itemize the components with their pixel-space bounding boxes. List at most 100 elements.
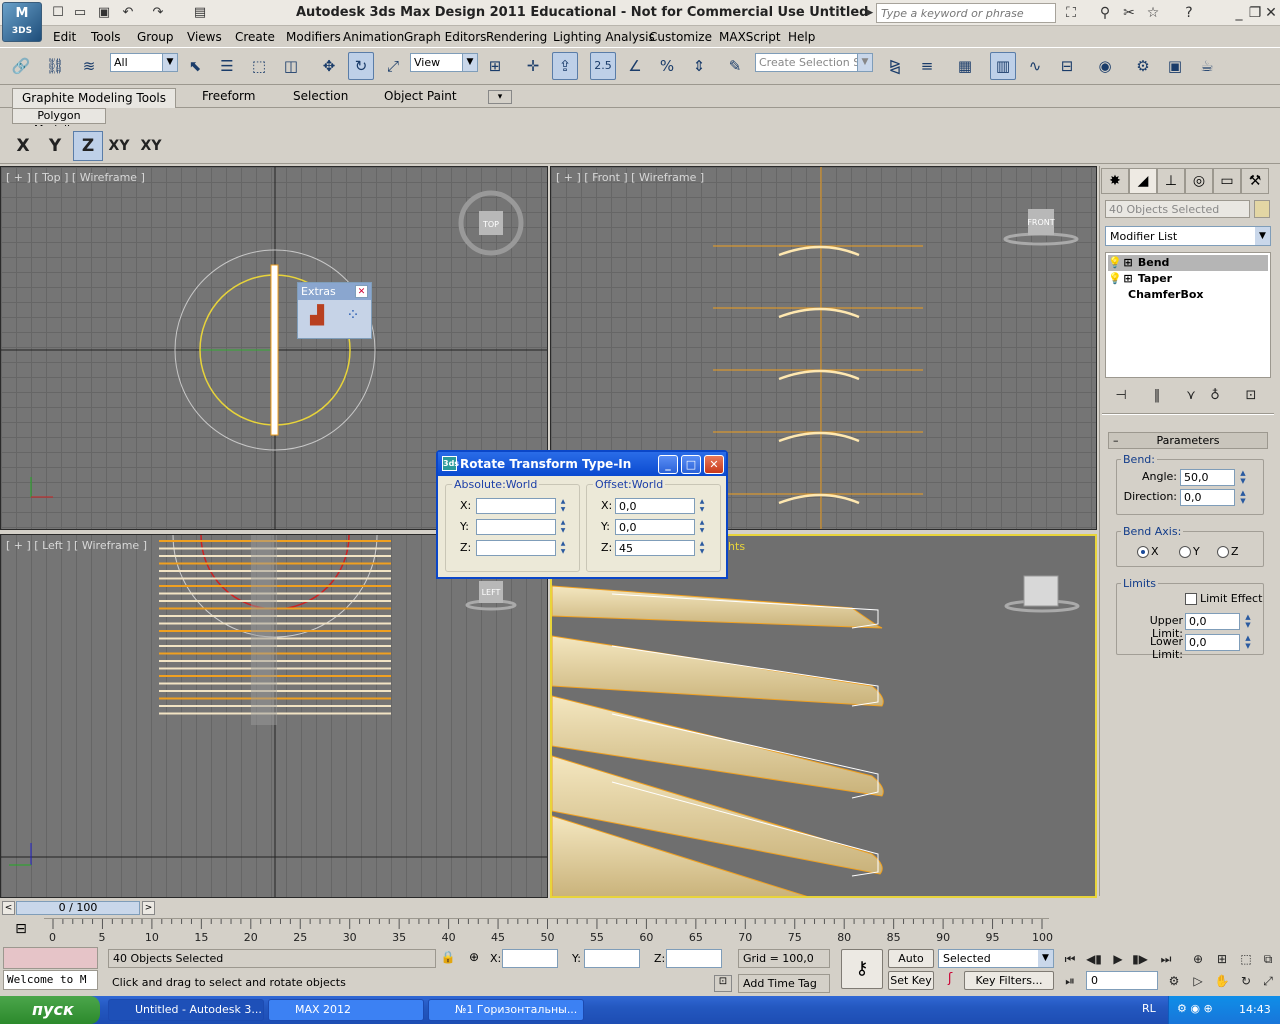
rotate-transform-dialog[interactable]: 3ds Rotate Transform Type-In _ □ ✕ Absol… [436,450,728,579]
mirror-icon[interactable]: ⧎ [882,52,908,80]
configure-sets-icon[interactable]: ⊡ [1240,386,1262,406]
open-file-icon[interactable]: ▭ [72,5,88,21]
key-mode-toggle-icon[interactable]: ⏯ [1060,972,1080,990]
current-frame-field[interactable]: 0 [1086,971,1158,990]
menu-help[interactable]: Help [788,30,815,44]
align-icon[interactable]: ≡ [914,52,940,80]
percent-snap-icon[interactable]: % [654,52,680,80]
mini-curve-editor-icon[interactable]: ⊟ [10,921,32,941]
subscription-icon[interactable]: ⚲ [1096,4,1114,22]
set-key-button[interactable]: Set Key [888,971,934,990]
axis-y-radio[interactable] [1179,546,1191,558]
menu-group[interactable]: Group [137,30,174,44]
angle-spinner[interactable]: ▲ ▼ [1237,469,1249,486]
create-tab-icon[interactable]: ✸ [1101,168,1129,194]
menu-customize[interactable]: Customize [649,30,712,44]
zoom-extents-icon[interactable]: ⬚ [1236,950,1256,968]
new-file-icon[interactable]: ☐ [50,5,66,21]
absolute-mode-icon[interactable]: ⊕ [466,950,482,966]
modifier-list-dropdown[interactable]: Modifier List ▼ [1105,226,1271,246]
viewport-front-label[interactable]: [ + ] [ Front ] [ Wireframe ] [556,171,704,184]
task-max2012-folder[interactable]: MAX 2012 [268,999,424,1021]
ribbon-options-dropdown[interactable]: ▾ [488,90,512,104]
key-mode-dropdown[interactable]: Selected ▼ [938,949,1054,968]
selection-filter-dropdown[interactable]: All ▼ [110,53,178,72]
tab-selection[interactable]: Selection [293,89,348,103]
snap-toggle-icon[interactable]: 2.5 [590,52,616,80]
layer-manager-icon[interactable]: ▦ [952,52,978,80]
tab-graphite-modeling-tools[interactable]: Graphite Modeling Tools [12,88,176,108]
pin-stack-icon[interactable]: ⊣ [1110,386,1132,406]
abs-x-spinner[interactable]: ▲ ▼ [558,498,568,514]
menu-rendering[interactable]: Rendering [486,30,547,44]
direction-spinner[interactable]: ▲ ▼ [1237,489,1249,506]
orbit-icon[interactable]: ↻ [1236,972,1256,990]
redo-icon[interactable]: ↷ [150,5,166,21]
viewport-top-label[interactable]: [ + ] [ Top ] [ Wireframe ] [6,171,145,184]
off-x-field[interactable]: 0,0 [615,498,695,514]
angle-field[interactable]: 50,0 [1180,469,1235,486]
go-to-end-icon[interactable]: ⏭ [1156,950,1176,968]
object-color-swatch[interactable] [1254,200,1270,218]
abs-z-field[interactable] [476,540,556,556]
menu-tools[interactable]: Tools [91,30,121,44]
field-of-view-icon[interactable]: ▷ [1188,972,1208,990]
move-icon[interactable]: ✥ [316,52,342,80]
expand-icon[interactable]: ⊞ [1122,271,1134,287]
angle-snap-icon[interactable]: ∠ [622,52,648,80]
help-icon[interactable]: ? [1180,4,1198,22]
display-tab-icon[interactable]: ▭ [1213,168,1241,194]
tab-freeform[interactable]: Freeform [202,89,255,103]
scatter-icon[interactable]: ⁘ [340,305,366,333]
window-crossing-icon[interactable]: ◫ [278,52,304,80]
menu-views[interactable]: Views [187,30,222,44]
expand-icon[interactable]: ⊞ [1122,255,1134,271]
upper-limit-field[interactable]: 0,0 [1185,613,1240,630]
add-time-tag[interactable]: Add Time Tag [738,974,830,993]
remove-modifier-icon[interactable]: ♁ [1204,386,1226,406]
ref-coord-dropdown[interactable]: View ▼ [410,53,478,72]
zoom-all-icon[interactable]: ⊞ [1212,950,1232,968]
menu-graph-editors[interactable]: Graph Editors [404,30,486,44]
utilities-tab-icon[interactable]: ⚒ [1241,168,1269,194]
menu-lighting-analysis[interactable]: Lighting Analysis [553,30,655,44]
extras-toolbar[interactable]: Extras ✕ ▟ ⁘ [297,282,372,339]
object-name-field[interactable]: 40 Objects Selected [1105,200,1250,218]
menu-edit[interactable]: Edit [53,30,76,44]
coord-y-field[interactable] [584,949,640,968]
axis-y-button[interactable]: Y [40,131,70,161]
stack-item-bend[interactable]: 💡 ⊞ Bend [1108,255,1268,271]
prev-key-icon[interactable]: ◀▮ [1084,950,1104,968]
schematic-view-icon[interactable]: ⊟ [1054,52,1080,80]
axis-x-radio[interactable] [1137,546,1149,558]
panel-polygon-modeling[interactable]: Polygon Modeling [12,108,106,136]
rendered-frame-icon[interactable]: ▣ [1162,52,1188,80]
key-filters-button[interactable]: Key Filters... [964,971,1054,990]
zoom-icon[interactable]: ⊕ [1188,950,1208,968]
maxscript-listener-pink[interactable] [3,947,98,969]
coord-x-field[interactable] [502,949,558,968]
off-y-field[interactable]: 0,0 [615,519,695,535]
task-3dsmax[interactable]: Untitled - Autodesk 3... [108,999,264,1021]
pan-icon[interactable]: ✋ [1212,972,1232,990]
axis-z-radio[interactable] [1217,546,1229,558]
rect-selection-icon[interactable]: ⬚ [246,52,272,80]
abs-y-field[interactable] [476,519,556,535]
hierarchy-tab-icon[interactable]: ⊥ [1157,168,1185,194]
named-selection-dropdown[interactable]: Create Selection Se ▼ [755,53,873,72]
favorites-icon[interactable]: ☆ [1144,4,1162,22]
off-y-spinner[interactable]: ▲ ▼ [697,519,707,535]
scale-icon[interactable]: ⤢ [380,52,406,80]
lock-icon[interactable]: 🔒 [440,950,456,966]
set-key-large-icon[interactable]: ⚷ [841,949,883,989]
communication-icon[interactable]: ✂ [1120,4,1138,22]
axis-x-button[interactable]: X [8,131,38,161]
dialog-maximize-icon[interactable]: □ [681,455,701,474]
show-end-result-icon[interactable]: ‖ [1146,386,1168,406]
viewport-left-label[interactable]: [ + ] [ Left ] [ Wireframe ] [6,539,147,552]
lower-limit-spinner[interactable]: ▲ ▼ [1242,634,1254,651]
select-object-icon[interactable]: ⬉ [182,52,208,80]
stack-item-taper[interactable]: 💡 ⊞ Taper [1108,271,1268,287]
abs-x-field[interactable] [476,498,556,514]
search-input[interactable]: Type a keyword or phrase [876,3,1056,23]
